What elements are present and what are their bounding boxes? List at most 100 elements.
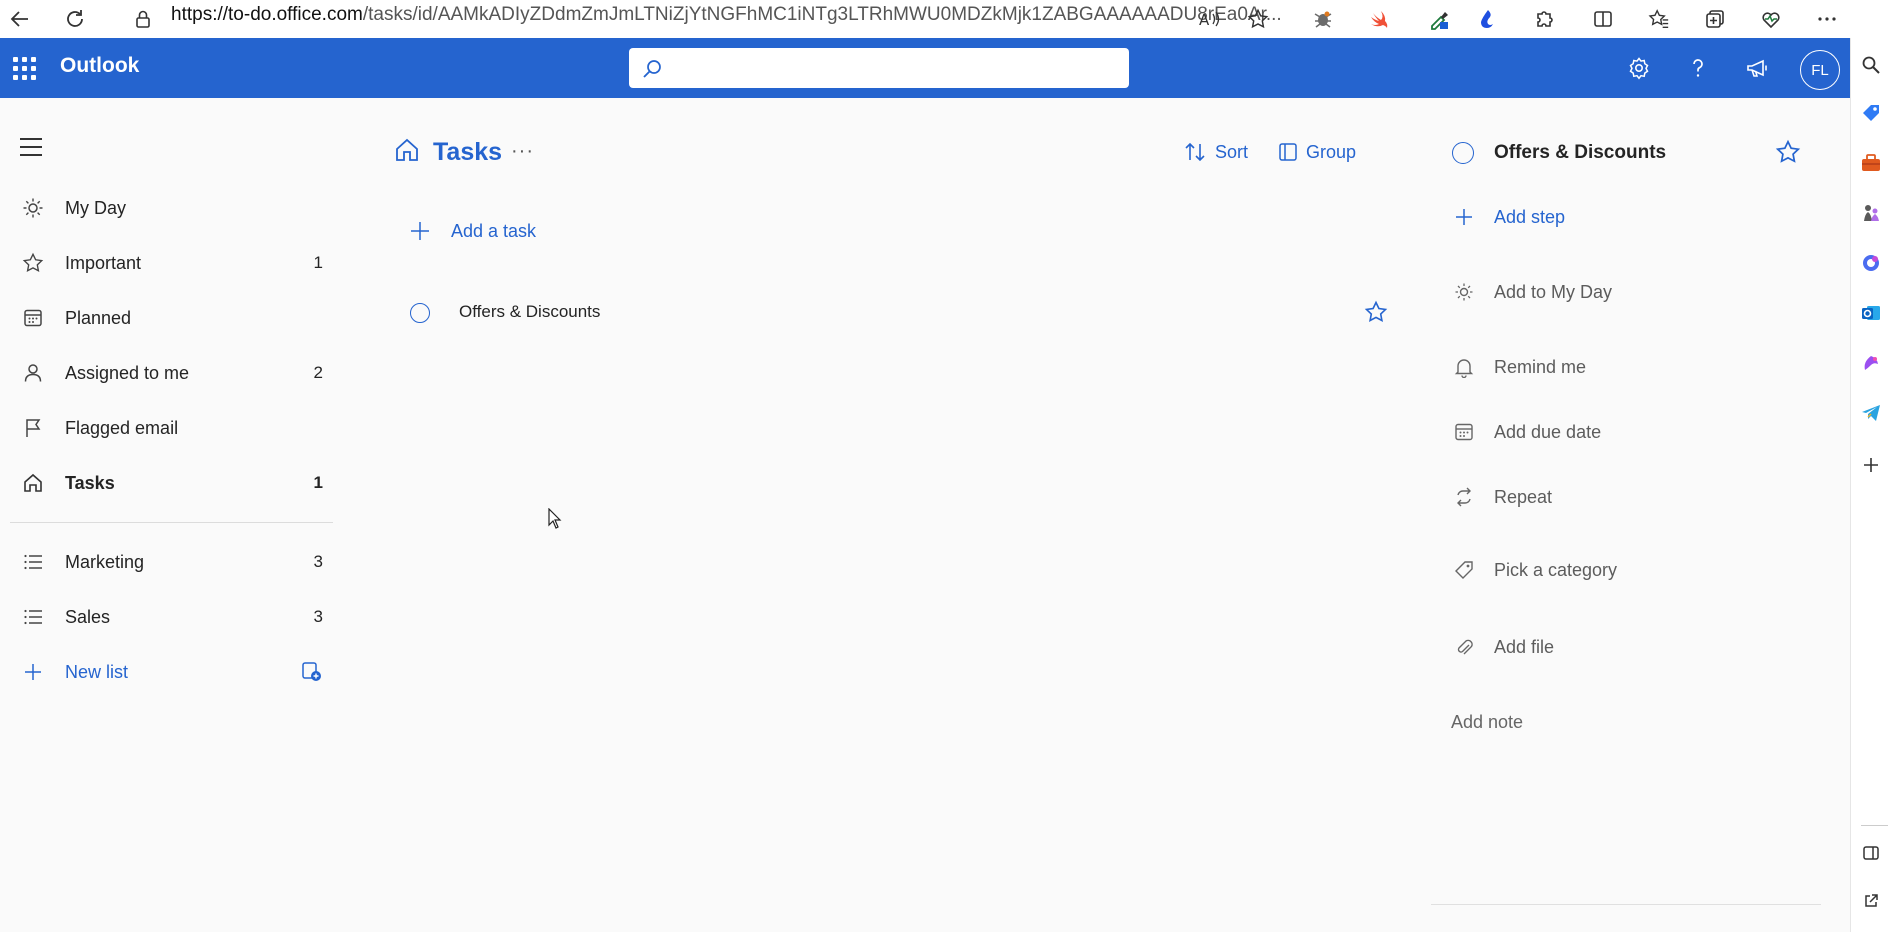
- add-due-date-button[interactable]: Add due date: [1451, 416, 1831, 448]
- sidebar-shopping-tag-icon[interactable]: [1858, 100, 1884, 126]
- remind-me-label: Remind me: [1494, 356, 1587, 377]
- add-file-button[interactable]: Add file: [1451, 631, 1831, 663]
- nav-item-important[interactable]: Important 1: [10, 238, 335, 288]
- task-title[interactable]: Offers & Discounts: [459, 302, 600, 322]
- add-task-label: Add a task: [451, 220, 537, 241]
- sort-arrows-icon: [1185, 142, 1205, 162]
- new-group-icon[interactable]: [300, 660, 324, 689]
- add-step-label: Add step: [1494, 206, 1566, 227]
- sidebar-outlook-icon[interactable]: [1858, 300, 1884, 326]
- sidebar-games-chess-icon[interactable]: [1858, 200, 1884, 226]
- lock-icon[interactable]: [128, 4, 158, 34]
- collections-icon[interactable]: [1700, 4, 1730, 34]
- paperclip-icon: [1451, 634, 1477, 660]
- address-bar[interactable]: https://to-do.office.com/tasks/id/AAMkAD…: [171, 0, 1282, 38]
- sidebar-search-icon[interactable]: [1858, 52, 1884, 78]
- add-to-my-day-button[interactable]: Add to My Day: [1451, 276, 1831, 308]
- favorites-icon[interactable]: [1644, 4, 1674, 34]
- refresh-icon[interactable]: [60, 4, 90, 34]
- add-due-date-label: Add due date: [1494, 421, 1602, 442]
- nav-item-my-day[interactable]: My Day: [10, 183, 335, 233]
- repeat-icon: [1451, 484, 1477, 510]
- calendar-icon: [1451, 419, 1477, 445]
- nav-item-flagged-email[interactable]: Flagged email: [10, 403, 335, 453]
- search-input[interactable]: [673, 54, 1113, 82]
- account-avatar[interactable]: FL: [1800, 50, 1840, 90]
- sort-button[interactable]: Sort: [1183, 138, 1248, 166]
- group-label: Group: [1306, 141, 1357, 162]
- sidebar-copilot-icon[interactable]: [1858, 250, 1884, 276]
- edge-sidebar: [1850, 38, 1888, 932]
- extension-bug-icon[interactable]: [1308, 4, 1338, 34]
- new-list-button[interactable]: New list: [10, 647, 335, 697]
- plus-icon: [1451, 204, 1477, 230]
- detail-complete-checkbox[interactable]: [1452, 142, 1474, 164]
- repeat-label: Repeat: [1494, 486, 1553, 507]
- sidebar-designer-icon[interactable]: [1858, 350, 1884, 376]
- left-navigation: My Day Important 1 Planned Assigned to m…: [0, 98, 345, 932]
- bell-icon: [1451, 354, 1477, 380]
- sort-label: Sort: [1215, 141, 1249, 162]
- page-title[interactable]: Tasks: [433, 138, 502, 167]
- sidebar-toggle-pane-icon[interactable]: [1858, 840, 1884, 866]
- add-note-field[interactable]: Add note: [1451, 712, 1523, 733]
- back-icon[interactable]: [5, 4, 35, 34]
- settings-gear-icon[interactable]: [1623, 52, 1655, 84]
- task-importance-star-icon[interactable]: [1364, 300, 1388, 329]
- details-footer-divider: [1431, 904, 1821, 905]
- person-icon: [20, 360, 46, 386]
- app-name[interactable]: Outlook: [60, 54, 139, 78]
- feedback-megaphone-icon[interactable]: [1742, 52, 1774, 84]
- read-aloud-icon[interactable]: A: [1195, 4, 1225, 34]
- screen: https://to-do.office.com/tasks/id/AAMkAD…: [0, 0, 1888, 932]
- nav-label: Assigned to me: [65, 362, 190, 383]
- svg-text:A: A: [1199, 11, 1210, 29]
- help-icon[interactable]: [1682, 52, 1714, 84]
- sidebar-tools-briefcase-icon[interactable]: [1858, 150, 1884, 176]
- nav-item-planned[interactable]: Planned: [10, 293, 335, 343]
- extensions-puzzle-icon[interactable]: [1530, 4, 1560, 34]
- tasks-home-icon: [393, 136, 421, 169]
- url-path: /tasks/id/AAMkADIyZDdmZmJmLTNiZjYtNGFhMC…: [362, 4, 1282, 25]
- nav-item-list-marketing[interactable]: Marketing 3: [10, 537, 335, 587]
- add-task-input[interactable]: Add a task: [409, 216, 536, 246]
- pick-category-button[interactable]: Pick a category: [1451, 554, 1831, 586]
- pick-category-label: Pick a category: [1494, 559, 1618, 580]
- favorite-star-icon[interactable]: [1243, 4, 1273, 34]
- sidebar-add-icon[interactable]: [1858, 452, 1884, 478]
- task-complete-checkbox[interactable]: [410, 303, 430, 323]
- plus-icon: [411, 222, 429, 240]
- search-box[interactable]: [629, 48, 1129, 88]
- calendar-icon: [20, 305, 46, 331]
- repeat-button[interactable]: Repeat: [1451, 481, 1831, 513]
- remind-me-button[interactable]: Remind me: [1451, 351, 1831, 383]
- mouse-cursor-icon: [548, 507, 562, 535]
- nav-item-assigned-to-me[interactable]: Assigned to me 2: [10, 348, 335, 398]
- add-to-my-day-label: Add to My Day: [1494, 281, 1613, 302]
- list-options-more-button[interactable]: ···: [511, 140, 534, 163]
- task-row[interactable]: Offers & Discounts: [407, 296, 1407, 330]
- browser-essentials-icon[interactable]: [1756, 4, 1786, 34]
- sun-icon: [1451, 279, 1477, 305]
- home-icon: [20, 470, 46, 496]
- app-launcher-icon[interactable]: [8, 53, 38, 83]
- tag-icon: [1451, 557, 1477, 583]
- nav-item-list-sales[interactable]: Sales 3: [10, 592, 335, 642]
- split-screen-icon[interactable]: [1588, 4, 1618, 34]
- detail-task-title[interactable]: Offers & Discounts: [1494, 142, 1666, 164]
- extension-eyedropper-icon[interactable]: [1424, 4, 1454, 34]
- add-step-button[interactable]: Add step: [1451, 201, 1831, 233]
- sidebar-divider: [1861, 825, 1888, 826]
- sidebar-telegram-icon[interactable]: [1858, 400, 1884, 426]
- extension-flame-icon[interactable]: [1472, 4, 1502, 34]
- hamburger-menu-icon[interactable]: [20, 138, 46, 158]
- browser-menu-icon[interactable]: [1812, 4, 1842, 34]
- detail-importance-star-icon[interactable]: [1775, 139, 1801, 170]
- group-button[interactable]: Group: [1278, 138, 1356, 166]
- nav-count: 1: [313, 253, 323, 272]
- sidebar-open-external-icon[interactable]: [1858, 888, 1884, 914]
- nav-label: Sales: [65, 606, 111, 627]
- nav-item-tasks[interactable]: Tasks 1: [10, 458, 335, 508]
- extension-swift-icon[interactable]: [1364, 4, 1394, 34]
- nav-label: My Day: [65, 197, 127, 218]
